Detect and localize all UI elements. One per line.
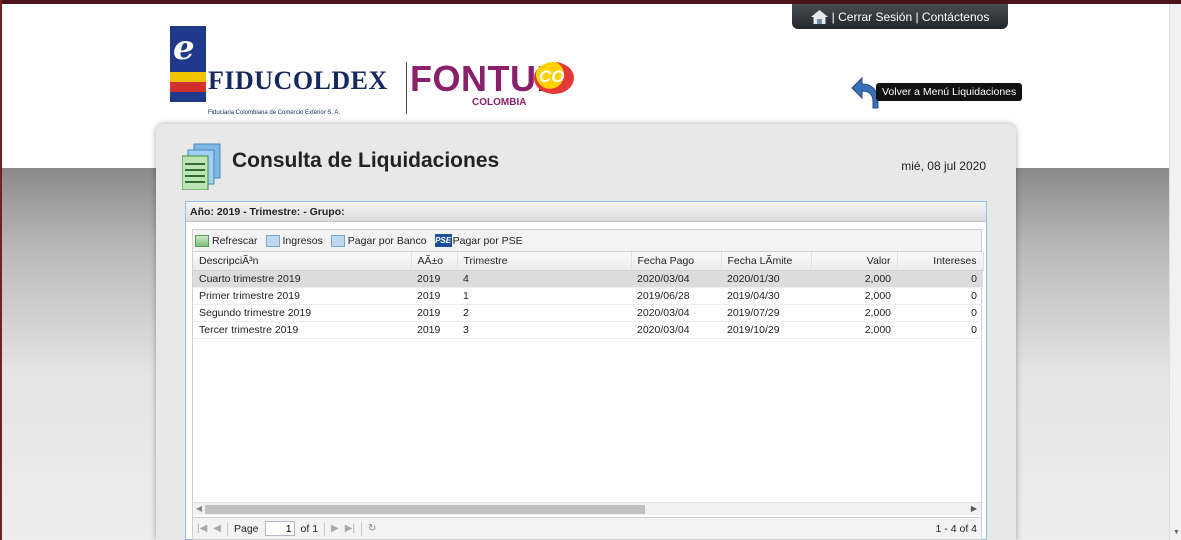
liquidaciones-grid-panel: Año: 2019 - Trimestre: - Grupo: Refresca… [185, 201, 987, 540]
cell-description: Tercer trimestre 2019 [193, 321, 411, 339]
spreadsheet-icon [182, 143, 221, 190]
grid-toolbar: Refrescar Ingresos Pagar por Banco PSE P… [193, 230, 981, 252]
back-to-menu[interactable]: Volver a Menú Liquidaciones [848, 76, 1023, 116]
table-row[interactable]: Segundo trimestre 2019 2019 2 2020/03/04… [193, 304, 983, 322]
column-header[interactable]: Fecha Pago [631, 252, 722, 271]
refresh-icon [195, 234, 209, 247]
table-row[interactable]: Primer trimestre 2019 2019 1 2019/06/28 … [193, 287, 983, 305]
column-header[interactable]: Trimestre [457, 252, 632, 271]
logo-divider [406, 62, 407, 114]
session-links[interactable]: | Cerrar Sesión | Contáctenos [832, 10, 990, 24]
cell-quarter: 3 [457, 321, 631, 339]
page-scrollbar[interactable]: ▼ [1169, 4, 1181, 540]
cell-interest: 0 [897, 287, 983, 305]
back-to-menu-button[interactable]: Volver a Menú Liquidaciones [876, 83, 1023, 101]
cell-pay-date: 2020/03/04 [631, 321, 721, 339]
fiducoldex-logo-mark: e [170, 26, 206, 102]
cell-description: Segundo trimestre 2019 [193, 304, 411, 322]
sheet-icon [330, 234, 345, 247]
scrollbar-thumb[interactable] [205, 505, 645, 514]
page-total-label: of 1 [300, 522, 319, 535]
toolbar-separator [324, 521, 326, 536]
cell-description: Primer trimestre 2019 [193, 287, 411, 305]
refresh-button[interactable]: Refrescar [195, 234, 258, 247]
column-header[interactable]: AÃ±o [411, 252, 458, 271]
sheet-icon [265, 234, 280, 247]
page-title: Consulta de Liquidaciones [232, 149, 500, 172]
fiducoldex-logo-text: FIDUCOLDEX [208, 66, 388, 95]
cell-year: 2019 [411, 304, 457, 322]
liquidaciones-table: DescripciÃ³n AÃ±o Trimestre Fecha Pago F… [193, 252, 984, 339]
income-button[interactable]: Ingresos [265, 234, 323, 247]
scroll-right-icon[interactable]: ▶ [971, 504, 977, 513]
column-header[interactable]: Valor [811, 252, 898, 271]
column-header[interactable]: Fecha LÃmite [721, 252, 812, 271]
cell-value: 2,000 [811, 270, 897, 288]
grid-container: Refrescar Ingresos Pagar por Banco PSE P… [192, 229, 984, 540]
horizontal-scrollbar[interactable]: ◀ ▶ [193, 502, 981, 515]
pay-pse-button[interactable]: PSE Pagar por PSE [434, 234, 523, 247]
fontur-logo-sub: COLOMBIA [472, 97, 527, 108]
scroll-left-icon[interactable]: ◀ [196, 504, 202, 513]
session-bar: | Cerrar Sesión | Contáctenos [792, 4, 1008, 29]
table-header-row: DescripciÃ³n AÃ±o Trimestre Fecha Pago F… [193, 252, 984, 271]
scroll-down-icon[interactable]: ▼ [1173, 529, 1180, 536]
pse-icon: PSE [434, 234, 452, 247]
table-row[interactable]: Tercer trimestre 2019 2019 3 2020/03/04 … [193, 321, 983, 339]
home-icon[interactable] [810, 9, 828, 24]
paging-info: 1 - 4 of 4 [935, 523, 977, 535]
column-header[interactable]: Intereses [897, 252, 984, 271]
cell-description: Cuarto trimestre 2019 [193, 270, 411, 288]
fiducoldex-tagline: Fiduciaria Colombiana de Comercio Exteri… [208, 110, 341, 116]
grid-filter-header: Año: 2019 - Trimestre: - Grupo: [186, 202, 986, 222]
cell-interest: 0 [897, 270, 983, 288]
first-page-icon[interactable]: |◀ [197, 523, 207, 534]
cell-quarter: 2 [457, 304, 631, 322]
cell-year: 2019 [411, 321, 457, 339]
reload-icon[interactable]: ↻ [368, 523, 376, 534]
toolbar-separator [227, 521, 228, 536]
cell-limit-date: 2019/07/29 [721, 304, 811, 322]
paging-toolbar: |◀ ◀ Page of 1 ▶ ▶| ↻ 1 - 4 of 4 [193, 517, 981, 539]
colombia-co-logo: CO [534, 62, 574, 94]
last-page-icon[interactable]: ▶| [345, 523, 355, 534]
logo-area: e FIDUCOLDEX Fiduciaria Colombiana de Co… [170, 26, 590, 120]
current-date: mié, 08 jul 2020 [901, 159, 986, 173]
cell-quarter: 4 [457, 270, 631, 288]
cell-limit-date: 2019/10/29 [721, 321, 811, 339]
cell-year: 2019 [411, 287, 457, 305]
table-row[interactable]: Cuarto trimestre 2019 2019 4 2020/03/04 … [193, 270, 983, 288]
cell-quarter: 1 [457, 287, 631, 305]
cell-pay-date: 2020/03/04 [631, 304, 721, 322]
cell-value: 2,000 [811, 304, 897, 322]
cell-value: 2,000 [811, 321, 897, 339]
next-page-icon[interactable]: ▶ [331, 523, 339, 534]
page-number-input[interactable] [264, 521, 295, 536]
cell-year: 2019 [411, 270, 457, 288]
column-header[interactable]: DescripciÃ³n [193, 252, 412, 271]
cell-interest: 0 [897, 304, 983, 322]
pay-bank-button[interactable]: Pagar por Banco [330, 234, 427, 247]
cell-pay-date: 2020/03/04 [631, 270, 721, 288]
main-panel: Consulta de Liquidaciones mié, 08 jul 20… [156, 124, 1016, 540]
cell-pay-date: 2019/06/28 [631, 287, 721, 305]
prev-page-icon[interactable]: ◀ [213, 523, 221, 534]
cell-limit-date: 2019/04/30 [721, 287, 811, 305]
cell-limit-date: 2020/01/30 [721, 270, 811, 288]
page-label: Page [234, 522, 259, 535]
toolbar-separator [361, 521, 363, 536]
cell-value: 2,000 [811, 287, 897, 305]
cell-interest: 0 [897, 321, 983, 339]
